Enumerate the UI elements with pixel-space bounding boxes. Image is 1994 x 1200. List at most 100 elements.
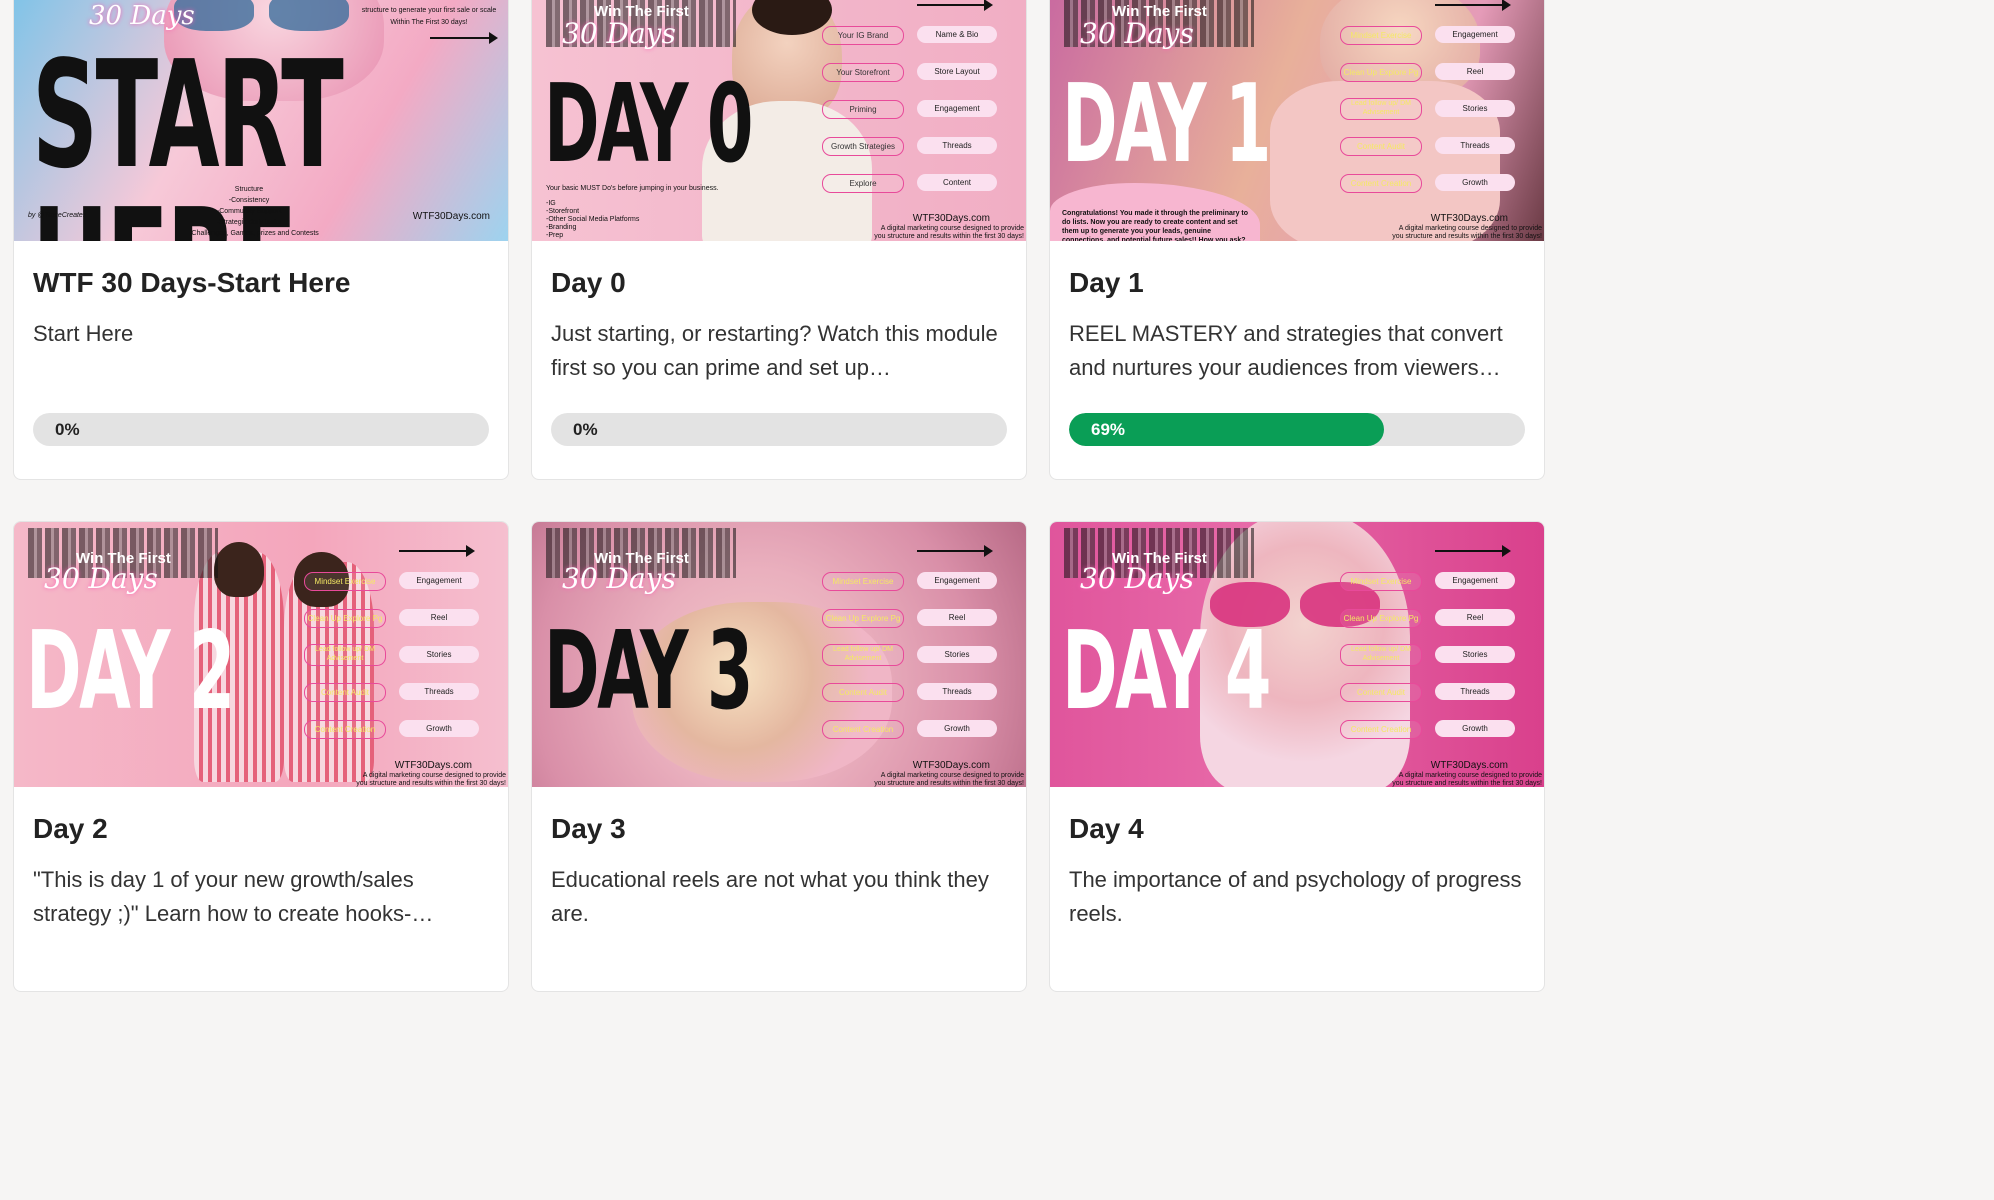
thumbnail-pill: Mindset Exercise xyxy=(1340,26,1422,45)
thumbnail-text: -Strategic daily tasks xyxy=(216,219,282,226)
thumbnail-site: WTF30Days.com xyxy=(912,213,990,224)
thumbnail-text: -Consistency xyxy=(228,197,270,204)
thumbnail-pill: Content Creation xyxy=(1340,720,1422,739)
arrow-icon xyxy=(917,545,993,557)
thumbnail-pill: Threads xyxy=(917,137,997,154)
thumbnail-pill: Growth xyxy=(1435,174,1515,191)
thumbnail-script: 30 Days xyxy=(562,562,676,595)
thumbnail-pill: Engagement xyxy=(1435,26,1515,43)
thumbnail-byline: by @TraceCreates xyxy=(28,212,87,219)
thumbnail-pill: Mindset Exercise xyxy=(822,572,904,591)
thumbnail-script: 30 Days xyxy=(89,1,195,31)
thumbnail-pill: Content Audit xyxy=(1340,683,1422,702)
thumbnail-tagline: A digital marketing course designed to p… xyxy=(1392,225,1542,240)
course-card-day-0[interactable]: Win The First 30 Days DAY 0 Your IG Bran… xyxy=(531,0,1027,480)
thumbnail-tagline: A digital marketing course designed to p… xyxy=(1392,772,1542,787)
course-card-start-here[interactable]: 30 Days structure to generate your first… xyxy=(13,0,509,480)
card-title[interactable]: Day 2 xyxy=(33,813,489,845)
thumbnail-pill: Reel xyxy=(1435,609,1515,626)
thumbnail-pill: Lead follow up/ DM Advisement xyxy=(304,644,386,666)
card-description: Educational reels are not what you think… xyxy=(551,867,989,926)
course-thumbnail: Win The First 30 Days DAY 1 Mindset Exer… xyxy=(1050,0,1544,241)
thumbnail-pill: Content Audit xyxy=(1340,137,1422,156)
card-title[interactable]: Day 0 xyxy=(551,267,1007,299)
thumbnail-site: WTF30Days.com xyxy=(412,211,490,222)
thumbnail-pill: Stories xyxy=(917,646,997,663)
course-card-day-4[interactable]: Win The First 30 Days DAY 4 Mindset Exer… xyxy=(1049,521,1545,992)
thumbnail-pill: Clean Up Explore Pg xyxy=(304,609,386,628)
progress-label: 0% xyxy=(55,420,80,439)
thumbnail-pill: Growth xyxy=(399,720,479,737)
thumbnail-site: WTF30Days.com xyxy=(912,760,990,771)
card-description: "This is day 1 of your new growth/sales … xyxy=(33,867,434,926)
thumbnail-pill: Threads xyxy=(1435,683,1515,700)
card-description: REEL MASTERY and strategies that convert… xyxy=(1069,321,1503,380)
thumbnail-pill: Mindset Exercise xyxy=(304,572,386,591)
thumbnail-pill: Content Audit xyxy=(304,683,386,702)
arrow-icon xyxy=(430,32,498,44)
thumbnail-text: -Prep xyxy=(546,232,564,239)
thumbnail-text: structure to generate your first sale or… xyxy=(361,7,497,14)
course-card-day-3[interactable]: Win The First 30 Days DAY 3 Mindset Exer… xyxy=(531,521,1027,992)
thumbnail-pill: Your Storefront xyxy=(822,63,904,82)
thumbnail-pill: Explore xyxy=(822,174,904,193)
thumbnail-pill: Content Creation xyxy=(304,720,386,739)
thumbnail-pill: Lead follow up/ DM Advisement xyxy=(822,644,904,666)
card-description: Just starting, or restarting? Watch this… xyxy=(551,321,998,380)
course-thumbnail: Win The First 30 Days DAY 4 Mindset Exer… xyxy=(1050,522,1544,787)
thumbnail-text: Your basic MUST Do's before jumping in y… xyxy=(546,185,719,192)
card-title[interactable]: Day 1 xyxy=(1069,267,1525,299)
thumbnail-pill: Name & Bio xyxy=(917,26,997,43)
thumbnail-text: -Community Support xyxy=(216,208,282,215)
thumbnail-pill: Mindset Exercise xyxy=(1340,572,1422,591)
thumbnail-pill: Engagement xyxy=(1435,572,1515,589)
thumbnail-pill: Reel xyxy=(917,609,997,626)
thumbnail-tagline: A digital marketing course designed to p… xyxy=(356,772,506,787)
course-thumbnail: Win The First 30 Days DAY 0 Your IG Bran… xyxy=(532,0,1026,241)
progress-bar: 0% xyxy=(551,413,1007,446)
thumbnail-pill: Lead follow up/ DM Advisement xyxy=(1340,644,1422,666)
thumbnail-pill: Clean Up Explore Pg xyxy=(822,609,904,628)
thumbnail-site: WTF30Days.com xyxy=(1430,760,1508,771)
thumbnail-pill: Threads xyxy=(1435,137,1515,154)
course-thumbnail: Win The First 30 Days DAY 2 Mindset Exer… xyxy=(14,522,508,787)
thumbnail-pill: Clean Up Explore Pg xyxy=(1340,63,1422,82)
progress-label: 0% xyxy=(573,420,598,439)
thumbnail-pill: Engagement xyxy=(399,572,479,589)
thumbnail-pill: Growth xyxy=(917,720,997,737)
thumbnail-pill: Engagement xyxy=(917,572,997,589)
thumbnail-headline: DAY 4 xyxy=(1062,609,1271,734)
thumbnail-text: Within The First 30 days! xyxy=(390,19,468,26)
course-thumbnail: Win The First 30 Days DAY 3 Mindset Exer… xyxy=(532,522,1026,787)
thumbnail-pill: Reel xyxy=(1435,63,1515,80)
thumbnail-headline: DAY 0 xyxy=(544,62,753,187)
card-title[interactable]: WTF 30 Days-Start Here xyxy=(33,267,489,299)
thumbnail-tagline: A digital marketing course designed to p… xyxy=(874,772,1024,787)
thumbnail-headline: DAY 2 xyxy=(26,609,235,734)
thumbnail-pill: Priming xyxy=(822,100,904,119)
course-card-day-1[interactable]: Win The First 30 Days DAY 1 Mindset Exer… xyxy=(1049,0,1545,480)
thumbnail-headline: DAY 3 xyxy=(544,609,753,734)
progress-label: 69% xyxy=(1091,420,1126,439)
thumbnail-script: 30 Days xyxy=(562,17,676,50)
thumbnail-text: -Challenges, Games, prizes and Contests xyxy=(189,230,319,237)
thumbnail-site: WTF30Days.com xyxy=(1430,213,1508,224)
thumbnail-script: 30 Days xyxy=(1080,562,1194,595)
thumbnail-pill: Clean Up Explore Pg xyxy=(1340,609,1422,628)
arrow-icon xyxy=(1435,545,1511,557)
card-title[interactable]: Day 3 xyxy=(551,813,1007,845)
course-thumbnail: 30 Days structure to generate your first… xyxy=(14,0,508,241)
thumbnail-text: Structure xyxy=(234,186,264,193)
thumbnail-text: Congratulations! You made it through the… xyxy=(1062,210,1249,241)
course-card-day-2[interactable]: Win The First 30 Days DAY 2 Mindset Exer… xyxy=(13,521,509,992)
card-title[interactable]: Day 4 xyxy=(1069,813,1525,845)
thumbnail-script: 30 Days xyxy=(1080,17,1194,50)
thumbnail-site: WTF30Days.com xyxy=(394,760,472,771)
thumbnail-pill: Content Audit xyxy=(822,683,904,702)
card-description: Start Here xyxy=(33,321,134,346)
thumbnail-pill: Threads xyxy=(399,683,479,700)
thumbnail-pill: Threads xyxy=(917,683,997,700)
thumbnail-tagline: A digital marketing course designed to p… xyxy=(874,225,1024,240)
progress-bar: 0% xyxy=(33,413,489,446)
thumbnail-pill: Content xyxy=(917,174,997,191)
